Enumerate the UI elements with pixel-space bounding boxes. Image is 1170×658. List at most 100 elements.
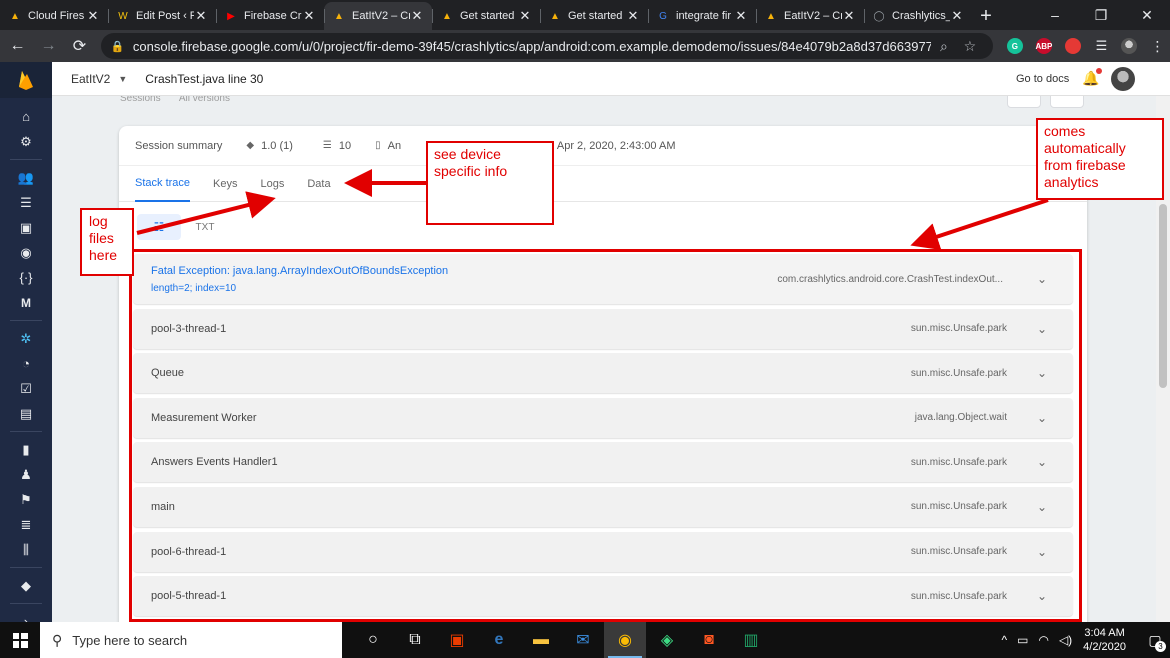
forward-icon[interactable]: → [35, 32, 62, 60]
media-icon[interactable]: ☰ [1089, 33, 1114, 59]
cloud-messaging-icon[interactable]: ≣ [0, 512, 52, 537]
remote-config-icon[interactable]: ⫼ [0, 537, 52, 562]
office-icon[interactable]: ▣ [436, 622, 478, 658]
database-icon[interactable]: ☰ [0, 190, 52, 215]
profile-avatar[interactable] [1117, 33, 1142, 59]
close-tab-icon[interactable]: ✕ [842, 8, 856, 24]
extension-label: ABP [1035, 41, 1053, 51]
detail-tabs: Stack trace Keys Logs Data [119, 166, 1087, 202]
restore-icon[interactable]: ❐ [1078, 0, 1124, 30]
close-tab-icon[interactable]: ✕ [410, 8, 424, 24]
account-avatar[interactable] [1111, 67, 1135, 91]
view-toggle: ☷ TXT [119, 202, 1087, 252]
wifi-icon[interactable]: ◠ [1038, 633, 1048, 647]
screen-recorder-icon[interactable]: ◙ [688, 622, 730, 658]
taskbar-apps: ○ ⧉ ▣ e ▬ ✉ ◉ ◈ ◙ ▥ [352, 622, 772, 658]
tab-stack-trace[interactable]: Stack trace [135, 166, 191, 202]
hosting-icon[interactable]: ◉ [0, 240, 52, 265]
crashlytics-icon[interactable]: ✲ [0, 326, 52, 351]
chrome-icon[interactable]: ◉ [604, 622, 646, 658]
clock[interactable]: 3:04 AM 4/2/2020 [1083, 626, 1126, 654]
clock-date: 4/2/2020 [1083, 641, 1126, 653]
browser-tab[interactable]: ▲ EatItV2 – Cr ✕ [324, 2, 432, 30]
firebase-logo-icon[interactable] [0, 62, 52, 98]
bookmark-star-icon[interactable]: ☆ [957, 38, 983, 55]
tab-keys[interactable]: Keys [213, 166, 237, 202]
prev-session-button[interactable] [1007, 96, 1041, 108]
edge-icon[interactable]: e [478, 622, 520, 658]
minimize-icon[interactable]: – [1032, 0, 1078, 30]
close-tab-icon[interactable]: ✕ [518, 8, 532, 24]
cortana-icon[interactable]: ○ [352, 622, 394, 658]
close-tab-icon[interactable]: ✕ [734, 8, 748, 24]
project-selector[interactable]: EatItV2 ▼ [71, 72, 127, 86]
wordpress-icon: W [118, 10, 128, 22]
page-title: CrashTest.java line 30 [145, 71, 264, 86]
browser-tab[interactable]: ▲ Get started ✕ [540, 2, 648, 30]
next-session-button[interactable] [1050, 96, 1084, 108]
rail-divider [10, 567, 42, 568]
menu-icon[interactable]: ⋮ [1145, 33, 1170, 59]
zoom-icon[interactable]: ⌕ [931, 38, 957, 55]
functions-icon[interactable]: {·} [0, 265, 52, 290]
task-view-icon[interactable]: ⧉ [394, 622, 436, 658]
go-to-docs-link[interactable]: Go to docs [1016, 73, 1069, 85]
close-tab-icon[interactable]: ✕ [86, 8, 100, 24]
file-explorer-icon[interactable]: ▬ [520, 622, 562, 658]
adblock-icon[interactable]: ABP [1031, 33, 1057, 59]
close-tab-icon[interactable]: ✕ [194, 8, 208, 24]
ab-testing-icon[interactable]: ⚑ [0, 487, 52, 512]
mail-icon[interactable]: ✉ [562, 622, 604, 658]
volume-icon[interactable]: ◁) [1059, 633, 1072, 647]
firebase-icon: ▲ [442, 10, 452, 22]
settings-gear-icon[interactable]: ⚙ [0, 129, 52, 154]
performance-icon[interactable]: ◔ [0, 351, 52, 376]
analytics-icon[interactable]: ▮ [0, 437, 52, 462]
new-tab-button[interactable]: + [972, 2, 1000, 30]
home-icon[interactable]: ⌂ [0, 104, 52, 129]
ml-kit-icon[interactable]: M [0, 290, 52, 315]
window-controls: – ❐ ✕ [1032, 0, 1170, 30]
close-window-icon[interactable]: ✕ [1124, 0, 1170, 30]
back-icon[interactable]: ← [4, 32, 31, 60]
browser-tab[interactable]: Gintegrate fir ✕ [648, 2, 756, 30]
pokeball-icon[interactable] [1060, 33, 1086, 59]
close-tab-icon[interactable]: ✕ [950, 8, 964, 24]
system-tray: ^ ▭ ◠ ◁) 3:04 AM 4/2/2020 ▢ 3 [996, 622, 1170, 658]
browser-tab[interactable]: W Edit Post ‹ F ✕ [108, 2, 216, 30]
all-versions-tab[interactable]: All versions [179, 96, 230, 104]
predictions-icon[interactable]: ♟ [0, 462, 52, 487]
close-tab-icon[interactable]: ✕ [626, 8, 640, 24]
android-studio-icon[interactable]: ◈ [646, 622, 688, 658]
browser-tab[interactable]: ▲ EatItV2 – Cr ✕ [756, 2, 864, 30]
reload-icon[interactable]: ⟳ [66, 32, 93, 60]
test-lab-icon[interactable]: ☑ [0, 376, 52, 401]
scrollbar-thumb[interactable] [1159, 204, 1167, 388]
notifications-bell-icon[interactable]: 🔔 [1082, 68, 1103, 87]
battery-icon[interactable]: ▭ [1017, 633, 1028, 647]
browser-tab[interactable]: ▲ Get started ✕ [432, 2, 540, 30]
firebase-icon: ▲ [10, 10, 20, 22]
storage-icon[interactable]: ▣ [0, 215, 52, 240]
extensions-icon[interactable]: ◆ [0, 573, 52, 598]
sessions-tab[interactable]: Sessions [120, 96, 161, 104]
browser-tab[interactable]: ◯ Crashlytics_ ✕ [864, 2, 972, 30]
windows-logo-icon [12, 632, 28, 648]
grammarly-icon[interactable]: G [1002, 33, 1028, 59]
authentication-icon[interactable]: 👥 [0, 165, 52, 190]
address-bar[interactable]: 🔒 console.firebase.google.com/u/0/projec… [100, 33, 993, 59]
start-button[interactable] [0, 622, 40, 658]
tab-data[interactable]: Data [307, 166, 330, 202]
list-view-icon[interactable]: ☷ [137, 214, 181, 240]
taskbar-search[interactable]: ⚲ Type here to search [40, 622, 342, 658]
browser-tab[interactable]: ▶ Firebase Cr ✕ [216, 2, 324, 30]
action-center-icon[interactable]: ▢ 3 [1140, 622, 1170, 658]
app-distribution-icon[interactable]: ▤ [0, 401, 52, 426]
app-icon[interactable]: ▥ [730, 622, 772, 658]
chevron-up-icon[interactable]: ^ [1001, 633, 1007, 647]
tab-logs[interactable]: Logs [261, 166, 285, 202]
close-tab-icon[interactable]: ✕ [302, 8, 316, 24]
txt-view-button[interactable]: TXT [183, 214, 227, 240]
tag-icon: ◆ [246, 140, 255, 151]
browser-tab[interactable]: ▲ Cloud Fires ✕ [0, 2, 108, 30]
